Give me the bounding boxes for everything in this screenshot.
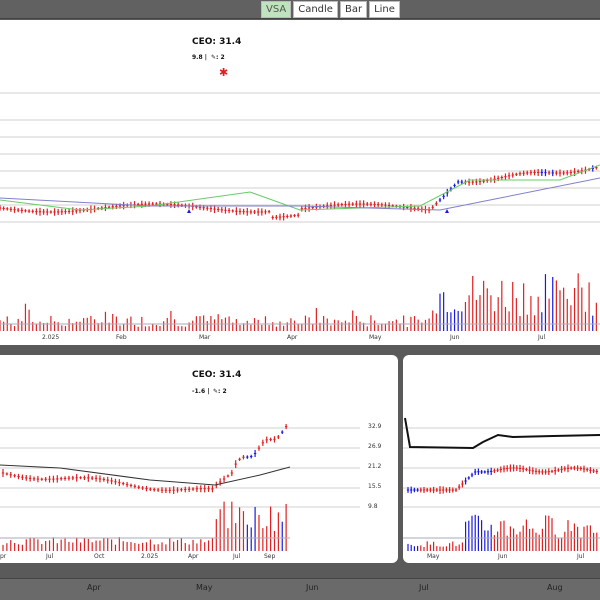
comparison-line xyxy=(404,417,600,450)
x-axis-label: Jul xyxy=(538,334,546,341)
main-price-volume-chart[interactable] xyxy=(0,20,600,345)
ceo-label: CEO: 31.4 xyxy=(192,370,242,380)
comparison-chart[interactable] xyxy=(403,355,600,563)
marker-icon[interactable]: ✱ xyxy=(219,66,228,79)
x-axis-label: 2.025 xyxy=(141,553,159,560)
signal-triangle-icon xyxy=(187,209,191,213)
x-axis-label: Mar xyxy=(199,334,211,341)
x-axis-label: pr xyxy=(0,553,7,560)
line-button[interactable]: Line xyxy=(369,1,400,18)
pen-count: ✎: 2 xyxy=(211,54,225,61)
x-axis-label: May xyxy=(427,553,440,560)
bottom-left-chart-panel[interactable]: CEO: 31.4 -1.6 | ✎: 2 32.9 26.9 21.2 15.5 9.… xyxy=(0,355,398,563)
x-axis-label: Oct xyxy=(94,553,105,560)
sub-value: 9.8 | xyxy=(192,54,207,61)
x-axis-label: May xyxy=(369,334,382,341)
x-axis-label: Apr xyxy=(188,553,199,560)
price-axis-label: 21.2 xyxy=(368,463,382,470)
price-axis-label: 26.9 xyxy=(368,443,382,450)
pen-count: ✎: 2 xyxy=(213,388,227,395)
timeline-label: Jun xyxy=(306,583,319,592)
price-axis-label: 32.9 xyxy=(368,423,382,430)
x-axis-label: Jun xyxy=(498,553,508,560)
x-axis-label: Apr xyxy=(287,334,298,341)
timeline-label: Aug xyxy=(547,583,563,592)
vsa-button[interactable]: VSA xyxy=(261,1,292,18)
chart-type-toolbar: VSA Candle Bar Line xyxy=(0,0,600,19)
x-axis-label: Jun xyxy=(450,334,460,341)
x-axis-label: Jul xyxy=(233,553,241,560)
ceo-label: CEO: 31.4 xyxy=(192,37,242,47)
x-axis-label: Jul xyxy=(46,553,54,560)
count-text: : 2 xyxy=(216,54,225,61)
count-text: : 2 xyxy=(218,388,227,395)
price-axis-label: 15.5 xyxy=(368,483,382,490)
x-axis-label: Sep xyxy=(264,553,276,560)
x-axis-label: 2.025 xyxy=(42,334,60,341)
timeline-label: Apr xyxy=(87,583,101,592)
timeline-label: Jul xyxy=(419,583,429,592)
timeline-navigator[interactable]: Apr May Jun Jul Aug xyxy=(0,578,600,600)
bottom-right-chart-panel[interactable]: May Jun Jul xyxy=(403,355,600,563)
x-axis-label: Jul xyxy=(577,553,585,560)
sub-value: -1.6 | xyxy=(192,388,210,395)
bar-button[interactable]: Bar xyxy=(339,1,368,18)
main-chart-panel[interactable]: CEO: 31.4 9.8 | ✎: 2 ✱ 2.025 Feb Mar Apr May… xyxy=(0,20,600,345)
signal-triangle-icon xyxy=(445,209,449,213)
x-axis-label: Feb xyxy=(116,334,127,341)
price-axis-label: 9.8 xyxy=(368,503,378,510)
timeline-label: May xyxy=(196,583,213,592)
weekly-price-volume-chart[interactable] xyxy=(0,355,398,563)
candle-button[interactable]: Candle xyxy=(293,1,338,18)
